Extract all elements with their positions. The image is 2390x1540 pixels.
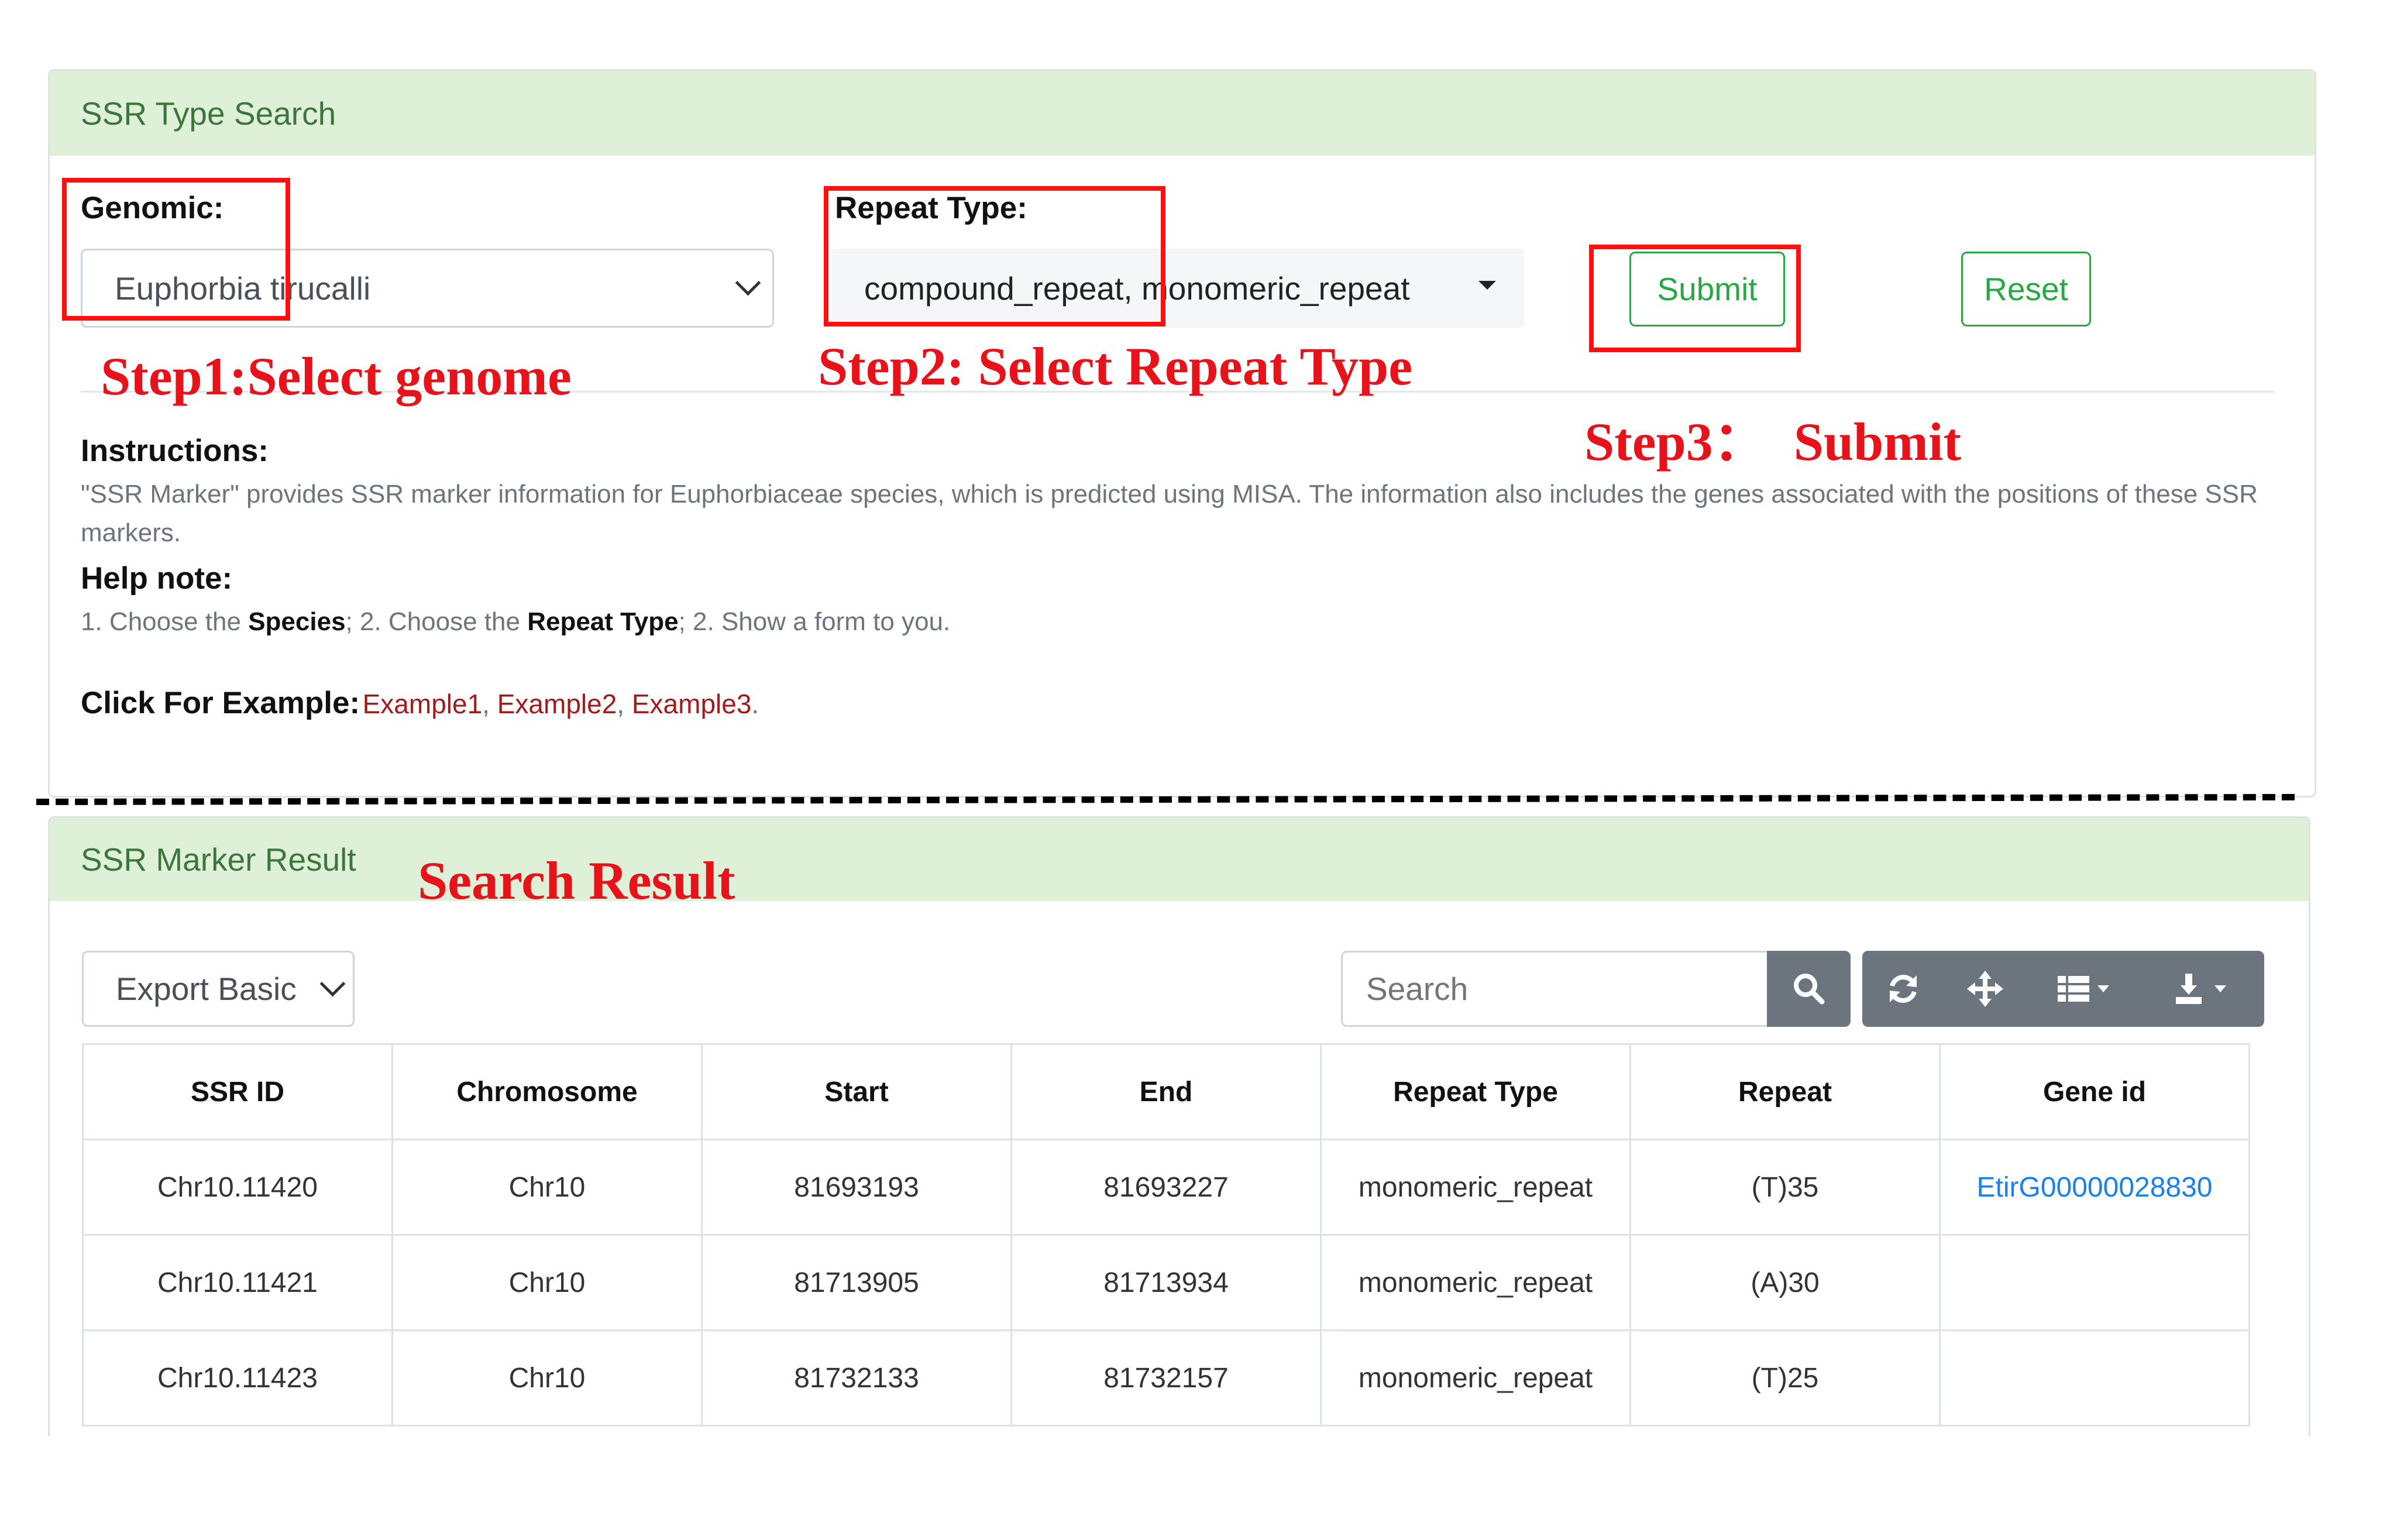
search-panel-title: SSR Type Search: [81, 95, 336, 132]
example3-link[interactable]: Example3: [632, 689, 752, 719]
step1-highlight-box: [62, 178, 290, 321]
table-search-input[interactable]: [1341, 951, 1768, 1027]
refresh-icon: [1890, 975, 1917, 1003]
instructions-line-1: "SSR Marker" provides SSR marker informa…: [81, 480, 2258, 508]
table-cell: 81713934: [1010, 1234, 1322, 1331]
col-header[interactable]: Chromosome: [391, 1043, 703, 1140]
instructions-line-2: markers.: [81, 518, 181, 547]
table-cell: monomeric_repeat: [1320, 1329, 1631, 1426]
search-panel-header: SSR Type Search: [50, 71, 2315, 156]
table-row: Chr10.11423 Chr10 81732133 81732157 mono…: [82, 1329, 2250, 1426]
table-cell: [1939, 1234, 2250, 1331]
export-select[interactable]: Export Basic: [82, 951, 355, 1027]
table-cell: Chr10: [391, 1139, 703, 1236]
example-end: .: [751, 689, 759, 719]
reset-button[interactable]: Reset: [1961, 252, 2091, 326]
columns-icon: [2058, 976, 2109, 1002]
step2-annotation: Step2: Select Repeat Type: [818, 336, 1413, 396]
instructions-text: "SSR Marker" provides SSR marker informa…: [81, 475, 2281, 552]
table-cell: monomeric_repeat: [1320, 1139, 1631, 1236]
table-cell: [1939, 1329, 2250, 1426]
help-note-title: Help note:: [81, 561, 233, 596]
help-species: Species: [248, 607, 346, 636]
chevron-down-icon: [735, 270, 761, 296]
search-result-annotation: Search Result: [418, 851, 735, 910]
help-part-1: 1. Choose the: [81, 607, 249, 636]
help-note-text: 1. Choose the Species; 2. Choose the Rep…: [81, 603, 950, 641]
help-repeat-type: Repeat Type: [527, 607, 679, 636]
table-header-row: SSR ID Chromosome Start End Repeat Type …: [82, 1043, 2250, 1140]
search-button[interactable]: [1767, 951, 1851, 1027]
export-select-value: Export Basic: [116, 971, 297, 1007]
step2-highlight-box: [824, 186, 1165, 326]
table-cell: 81713905: [701, 1234, 1012, 1331]
example-sep-2: ,: [617, 689, 632, 719]
table-cell: (T)35: [1629, 1139, 1941, 1236]
results-table: SSR ID Chromosome Start End Repeat Type …: [82, 1043, 2250, 1426]
move-icon: [1967, 971, 2003, 1007]
example2-link[interactable]: Example2: [497, 689, 617, 719]
help-part-3: ; 2. Show a form to you.: [678, 607, 951, 636]
result-panel-title: SSR Marker Result: [81, 841, 356, 878]
step3-highlight-box: [1589, 245, 1801, 352]
table-cell: Chr10: [391, 1234, 703, 1331]
col-header[interactable]: SSR ID: [82, 1043, 393, 1140]
download-icon: [2176, 974, 2226, 1004]
table-row: Chr10.11420 Chr10 81693193 81693227 mono…: [82, 1139, 2250, 1236]
result-panel-header: SSR Marker Result: [50, 818, 2309, 901]
col-header[interactable]: Repeat: [1629, 1043, 1941, 1140]
table-cell: Chr10.11423: [82, 1329, 393, 1426]
table-cell: EtirG00000028830: [1939, 1139, 2250, 1236]
instructions-title: Instructions:: [81, 434, 269, 468]
table-cell: 81693193: [701, 1139, 1012, 1236]
example-row: Click For Example: Example1, Example2, E…: [81, 685, 759, 723]
help-part-2: ; 2. Choose the: [345, 607, 528, 636]
step3-annotation: Step3： Submit: [1584, 412, 1962, 472]
col-header[interactable]: Start: [701, 1043, 1012, 1140]
table-cell: 81732157: [1010, 1329, 1322, 1426]
table-cell: (T)25: [1629, 1329, 1941, 1426]
table-cell: (A)30: [1629, 1234, 1941, 1331]
step1-annotation: Step1:Select genome: [101, 346, 572, 406]
toggle-view-button[interactable]: [1944, 951, 2026, 1027]
col-header[interactable]: Gene id: [1939, 1043, 2250, 1140]
table-toolbar: [1862, 951, 2264, 1027]
table-cell: Chr10.11421: [82, 1234, 393, 1331]
example1-link[interactable]: Example1: [363, 689, 483, 719]
refresh-button[interactable]: [1862, 951, 1944, 1027]
table-cell: Chr10.11420: [82, 1139, 393, 1236]
table-cell: monomeric_repeat: [1320, 1234, 1631, 1331]
export-dropdown-button[interactable]: [2143, 951, 2260, 1027]
columns-dropdown-button[interactable]: [2026, 951, 2143, 1027]
gene-id-link[interactable]: EtirG00000028830: [1977, 1172, 2213, 1203]
table-cell: 81693227: [1010, 1139, 1322, 1236]
col-header[interactable]: End: [1010, 1043, 1322, 1140]
table-row: Chr10.11421 Chr10 81713905 81713934 mono…: [82, 1234, 2250, 1331]
example-links: Example1, Example2, Example3.: [363, 689, 759, 719]
table-cell: 81732133: [701, 1329, 1012, 1426]
search-icon: [1793, 974, 1824, 1005]
caret-down-icon: [1478, 281, 1496, 290]
example-title: Click For Example:: [81, 686, 360, 720]
col-header[interactable]: Repeat Type: [1320, 1043, 1631, 1140]
chevron-down-icon: [319, 971, 346, 997]
table-cell: Chr10: [391, 1329, 703, 1426]
example-sep-1: ,: [482, 689, 497, 719]
